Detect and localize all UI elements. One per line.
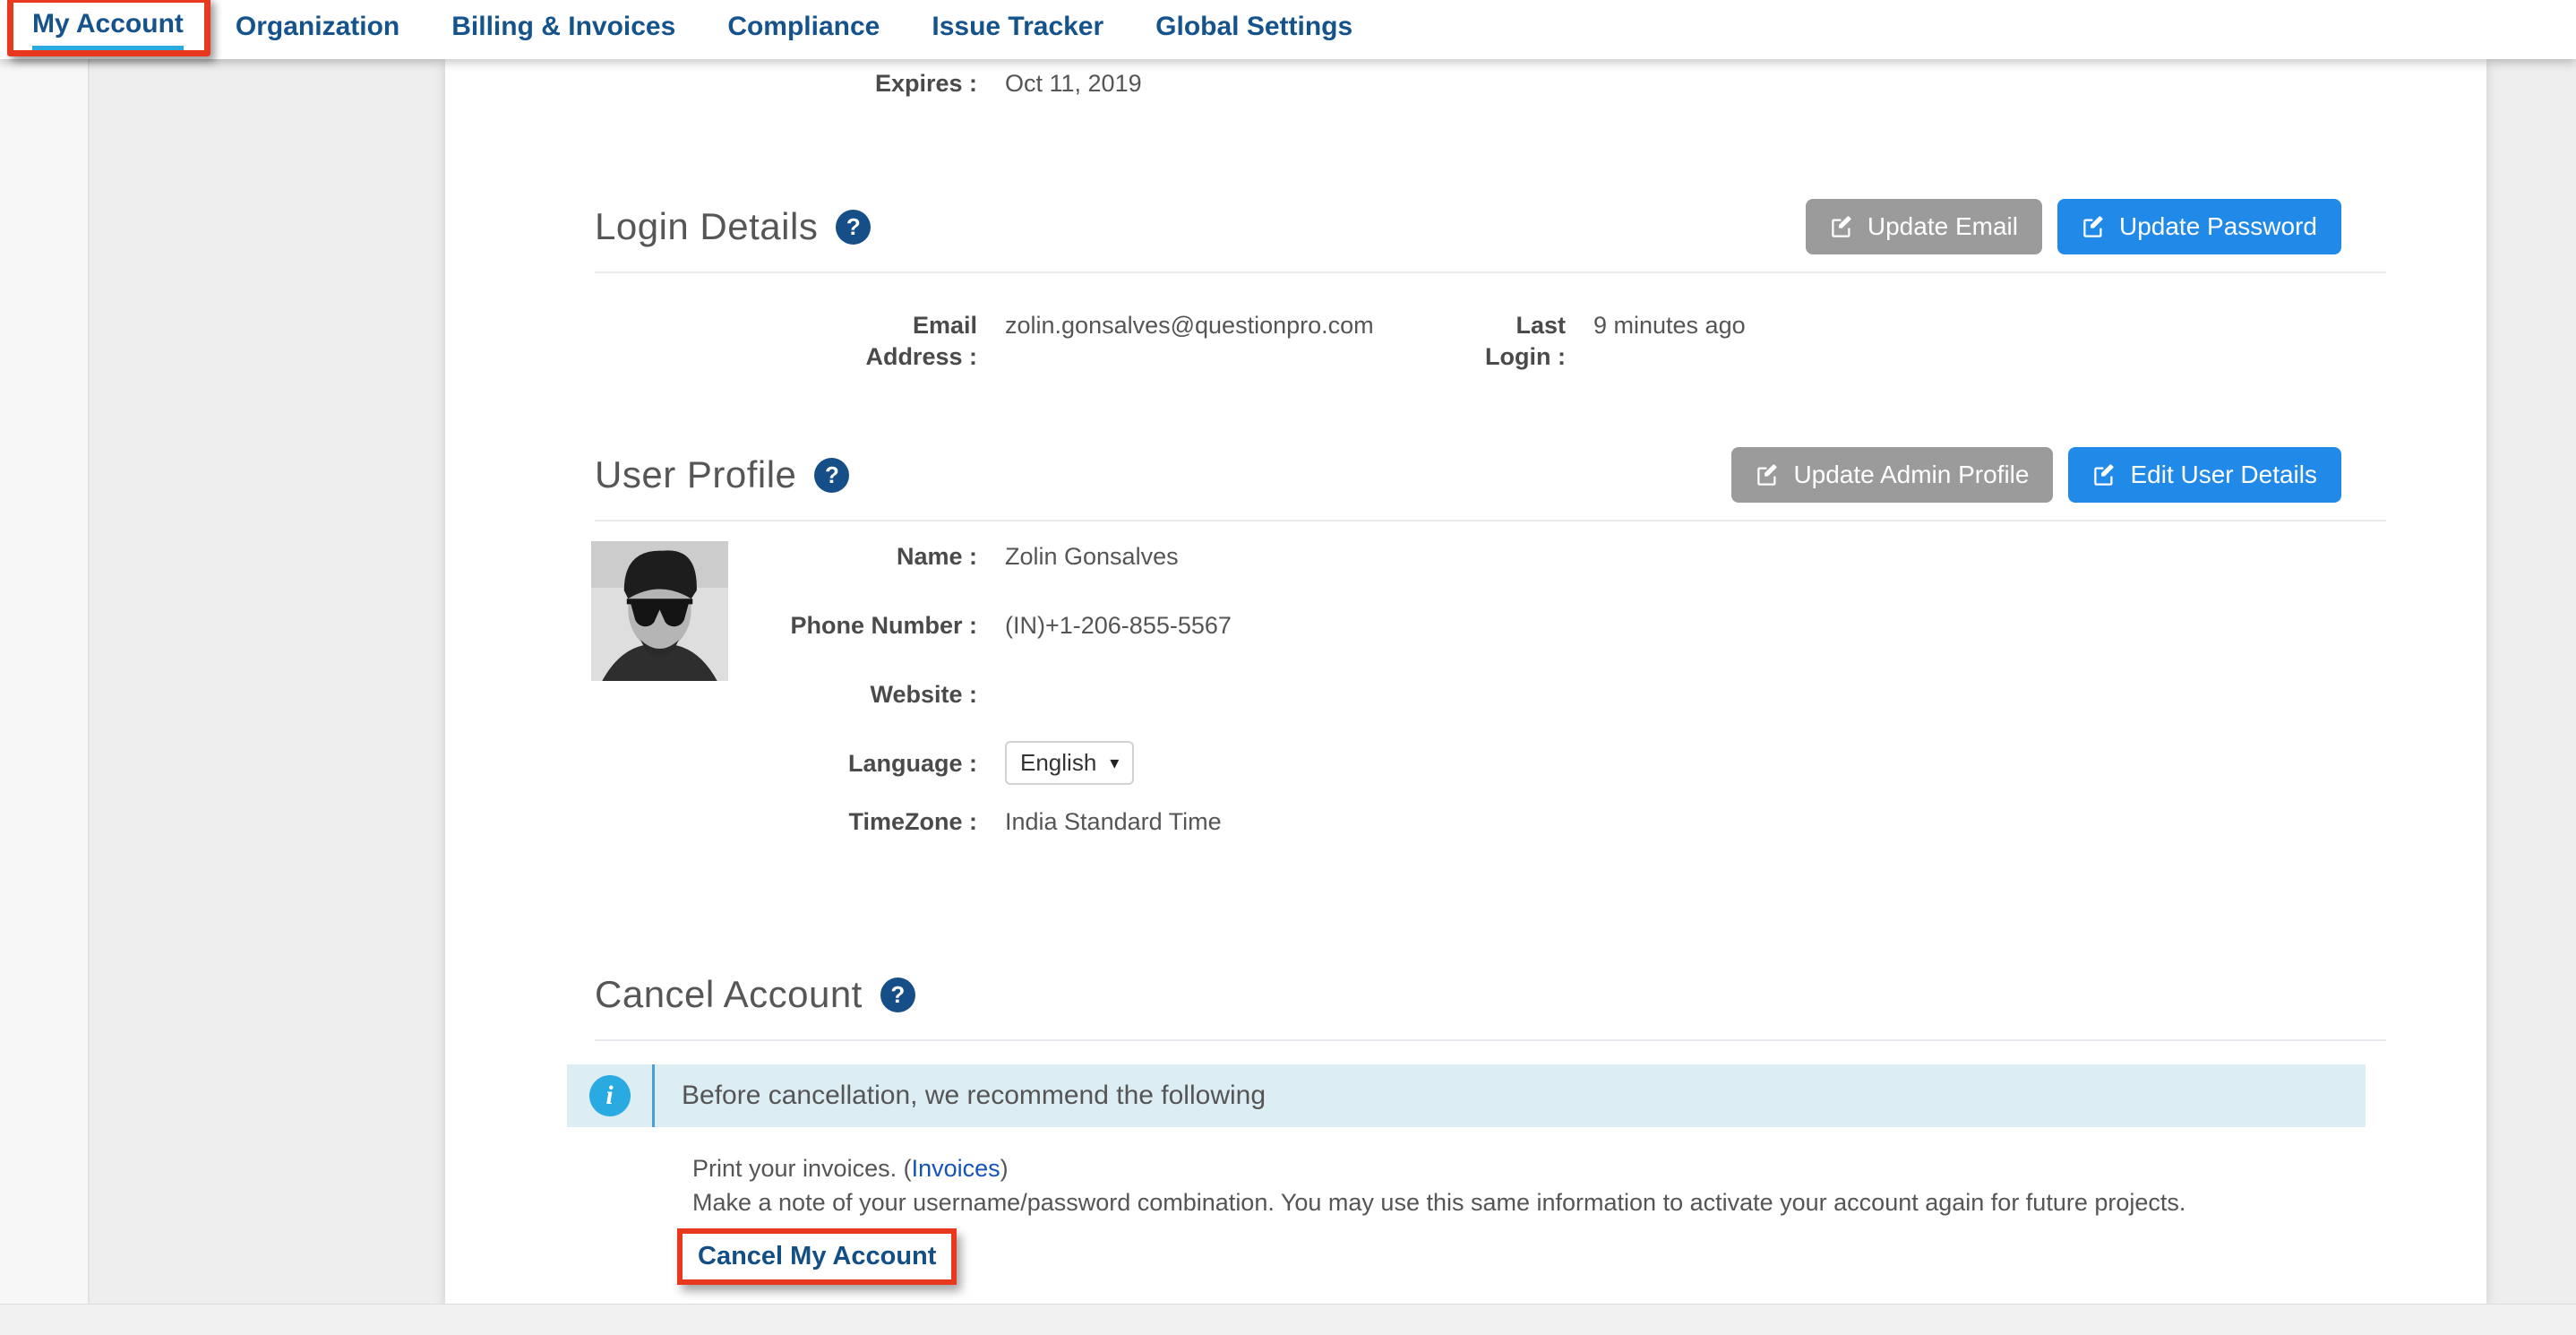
tab-label: Billing & Invoices (451, 12, 675, 48)
email-address-value: zolin.gonsalves@questionpro.com (1005, 310, 1453, 373)
update-email-button[interactable]: Update Email (1806, 199, 2042, 254)
chevron-down-icon: ▾ (1110, 752, 1119, 774)
language-row: Language : English ▾ (595, 748, 2386, 785)
timezone-value: India Standard Time (1005, 806, 2386, 838)
left-sidebar-strip (0, 59, 90, 1304)
login-details-title: Login Details (595, 205, 818, 248)
cancel-my-account-link[interactable]: Cancel My Account (698, 1242, 936, 1270)
help-icon[interactable]: ? (814, 458, 849, 493)
section-divider (595, 1039, 2386, 1041)
bottom-strip (0, 1304, 2576, 1335)
edit-icon (2082, 215, 2106, 239)
user-profile-section: User Profile ? Update Admin Profile Edit… (595, 446, 2386, 838)
button-label: Edit User Details (2130, 461, 2317, 489)
tab-my-account[interactable]: My Account (32, 9, 184, 51)
last-login-label: Last Login : (1481, 310, 1566, 373)
tab-label: My Account (32, 9, 184, 51)
language-dropdown[interactable]: English ▾ (1005, 741, 1134, 785)
login-fields-row: Email Address : zolin.gonsalves@question… (595, 310, 2386, 373)
language-label: Language : (595, 748, 977, 779)
edit-user-details-button[interactable]: Edit User Details (2068, 447, 2341, 503)
banner-text: Before cancellation, we recommend the fo… (682, 1064, 1266, 1127)
invoices-link[interactable]: Invoices (912, 1155, 1000, 1182)
tab-label: Compliance (727, 12, 880, 48)
print-invoices-line: Print your invoices. (Invoices) (692, 1151, 2386, 1185)
last-login-value: 9 minutes ago (1593, 310, 2386, 373)
login-details-section: Login Details ? Update Email Update Pass… (595, 198, 2386, 373)
account-content-panel: Expires : Oct 11, 2019 Login Details ? U… (445, 59, 2486, 1304)
cancellation-info-banner: i Before cancellation, we recommend the … (567, 1064, 2366, 1127)
expires-value: Oct 11, 2019 (1005, 68, 2386, 99)
name-value: Zolin Gonsalves (1005, 541, 2386, 573)
timezone-label: TimeZone : (595, 806, 977, 838)
button-label: Update Password (2119, 212, 2317, 241)
tab-label: Issue Tracker (932, 12, 1103, 48)
license-expires-row: Expires : Oct 11, 2019 (595, 59, 2386, 99)
update-admin-profile-button[interactable]: Update Admin Profile (1731, 447, 2053, 503)
website-row: Website : (595, 679, 2386, 711)
phone-row: Phone Number : (IN)+1-206-855-5567 (595, 610, 2386, 642)
email-address-label: Email Address : (823, 310, 977, 373)
tab-compliance[interactable]: Compliance (727, 12, 880, 48)
cancellation-recommendations: Print your invoices. (Invoices) Make a n… (692, 1151, 2386, 1219)
section-divider (595, 271, 2386, 273)
banner-divider-line (652, 1064, 655, 1127)
tab-label: Organization (236, 12, 399, 48)
name-row: Name : Zolin Gonsalves (595, 541, 2386, 573)
timezone-row: TimeZone : India Standard Time (595, 806, 2386, 838)
tab-organization[interactable]: Organization (236, 12, 399, 48)
update-password-button[interactable]: Update Password (2057, 199, 2341, 254)
edit-icon (2092, 463, 2117, 487)
edit-icon (1830, 215, 1854, 239)
cancel-account-title: Cancel Account (595, 973, 863, 1016)
website-label: Website : (595, 679, 977, 711)
tab-billing-invoices[interactable]: Billing & Invoices (451, 12, 675, 48)
line1-suffix: ) (1000, 1155, 1009, 1182)
user-profile-title: User Profile (595, 453, 796, 496)
info-icon: i (589, 1075, 631, 1116)
top-navigation: My Account Organization Billing & Invoic… (0, 0, 2576, 59)
profile-photo (591, 541, 728, 681)
tab-global-settings[interactable]: Global Settings (1155, 12, 1352, 48)
help-icon[interactable]: ? (880, 978, 915, 1012)
button-label: Update Email (1868, 212, 2018, 241)
cancel-account-section: Cancel Account ? i Before cancellation, … (595, 966, 2386, 1285)
tab-issue-tracker[interactable]: Issue Tracker (932, 12, 1103, 48)
line1-prefix: Print your invoices. ( (692, 1155, 912, 1182)
help-icon[interactable]: ? (836, 210, 871, 245)
expires-label: Expires : (595, 68, 977, 99)
phone-number-value: (IN)+1-206-855-5567 (1005, 610, 2386, 642)
red-annotation-box: Cancel My Account (677, 1228, 957, 1285)
username-password-line: Make a note of your username/password co… (692, 1185, 2386, 1219)
language-selected-value: English (1020, 749, 1096, 777)
tab-label: Global Settings (1155, 12, 1352, 48)
edit-icon (1756, 463, 1780, 487)
button-label: Update Admin Profile (1793, 461, 2029, 489)
